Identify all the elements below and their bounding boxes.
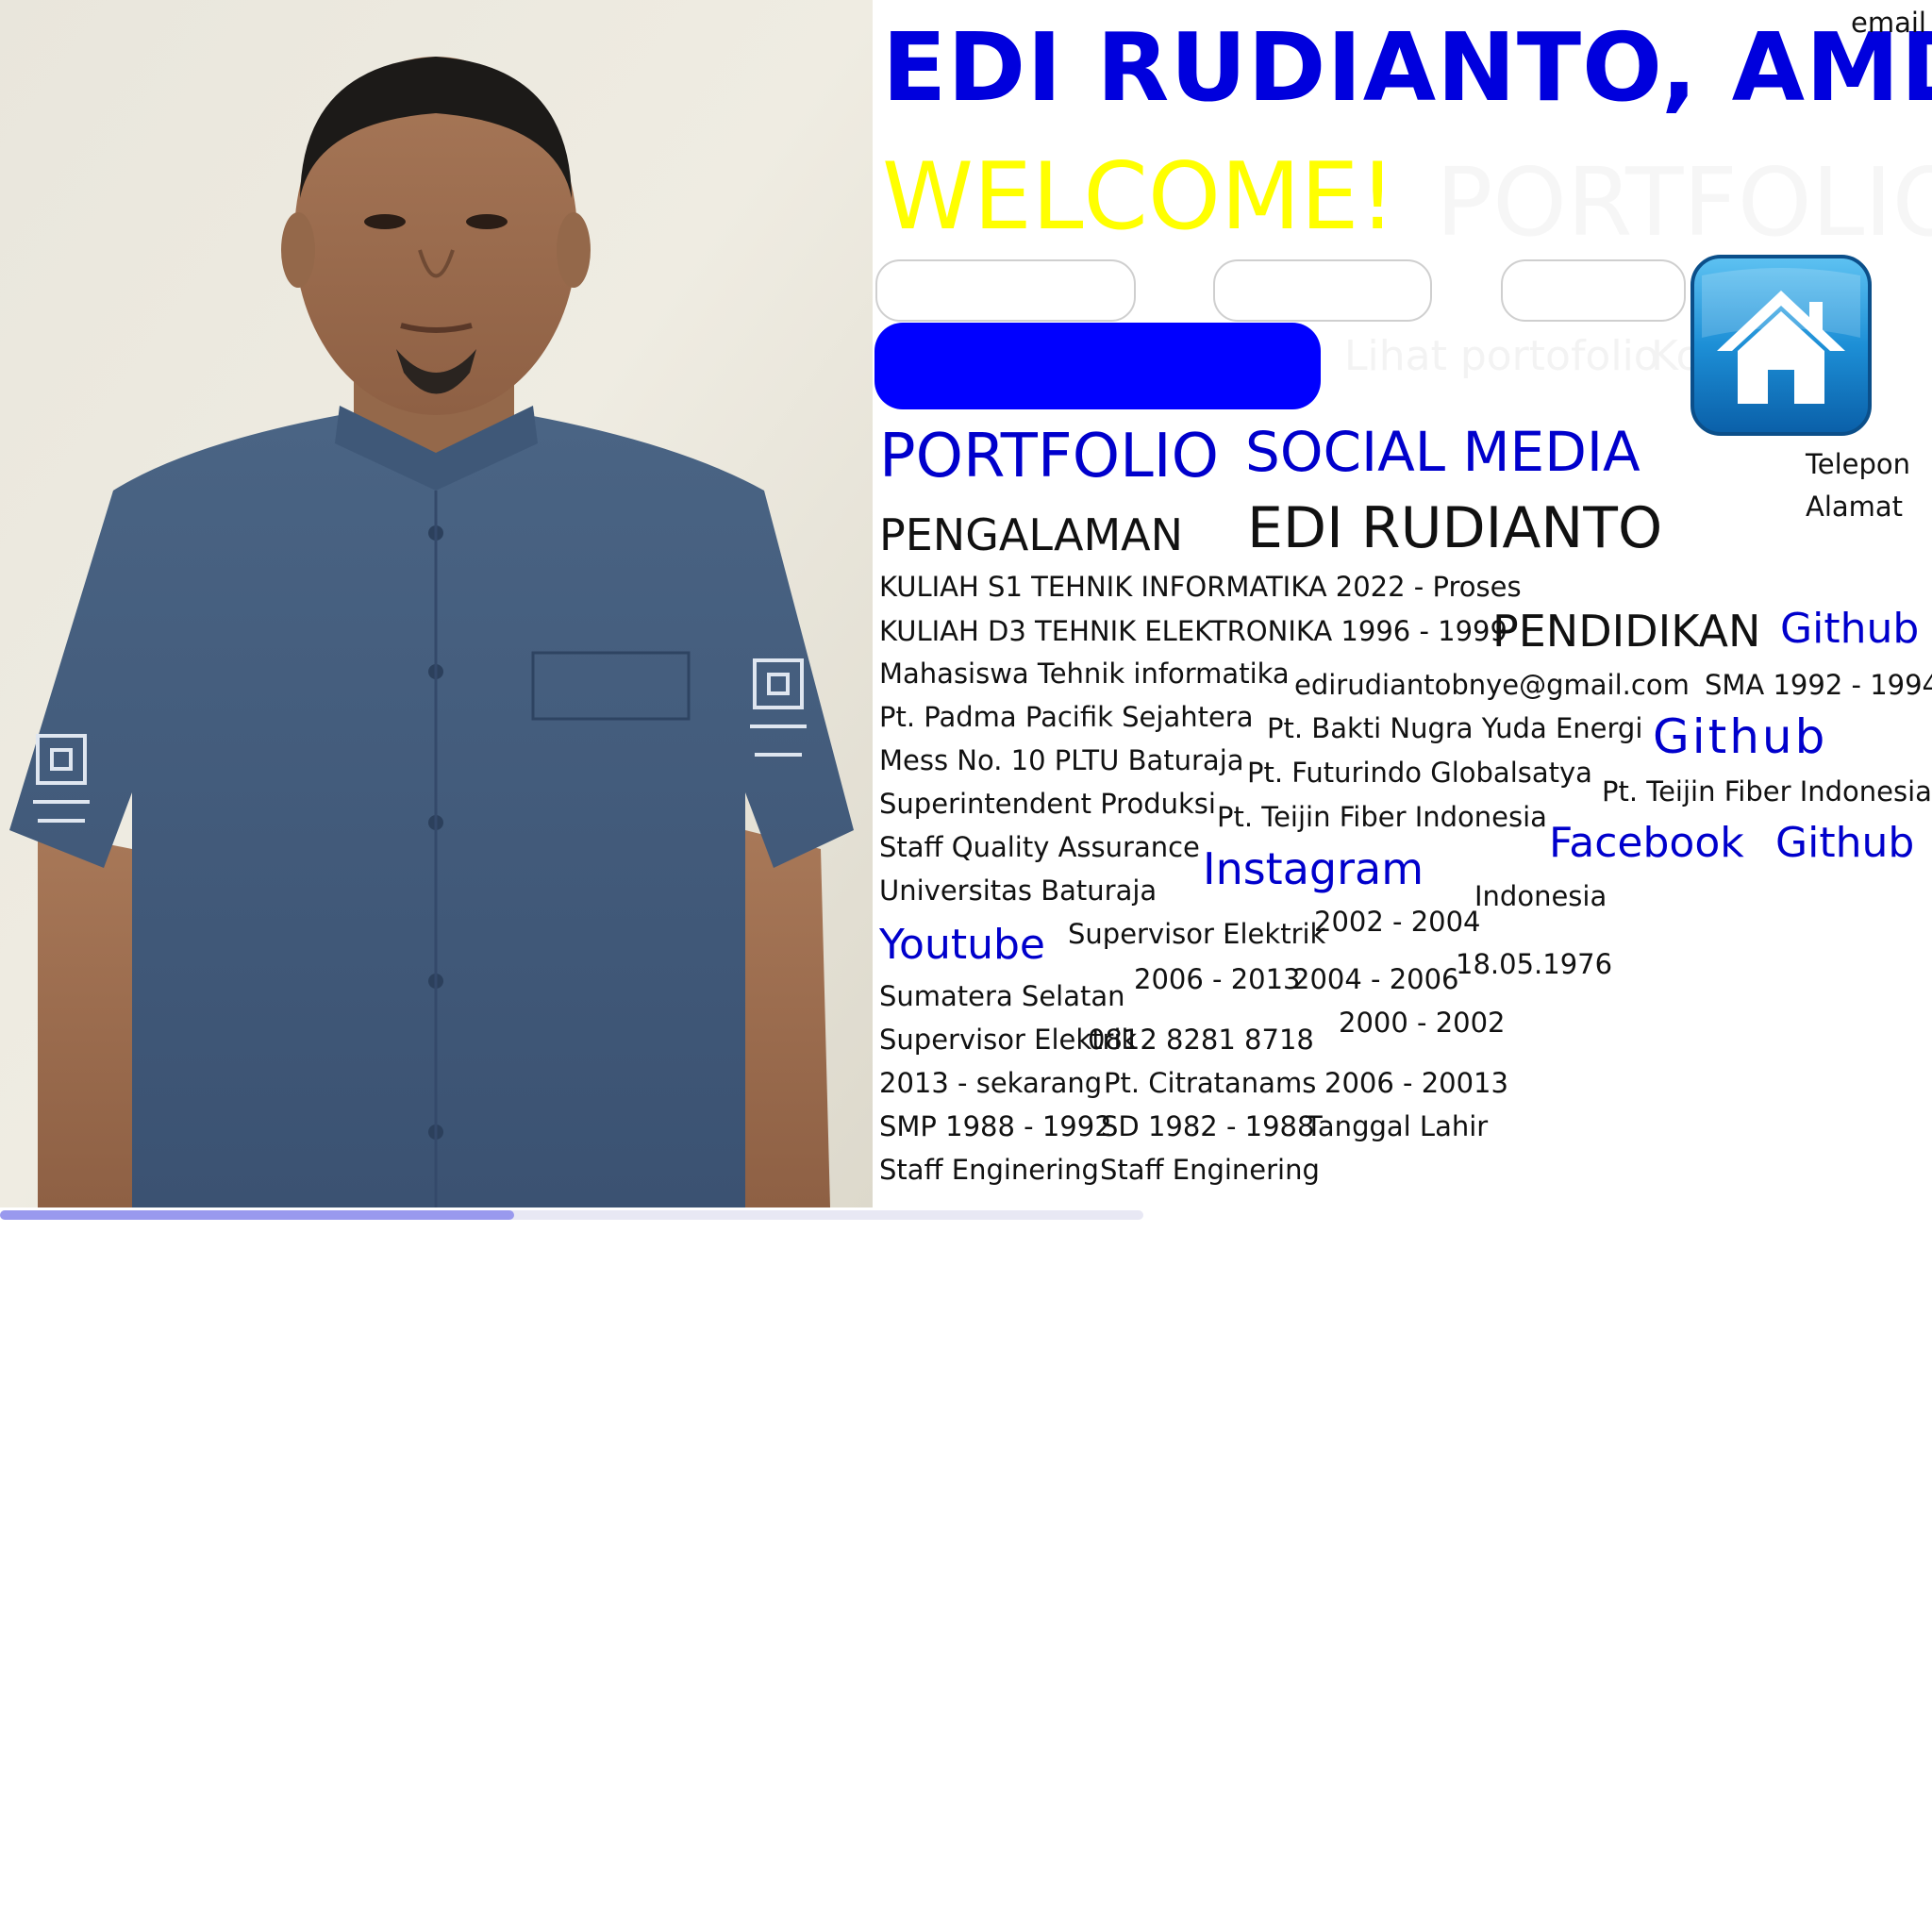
company-teijin-2: Pt. Teijin Fiber Indonesia <box>1217 801 1547 833</box>
period-2006-20013: 2006 - 20013 <box>1324 1067 1508 1099</box>
student-role: Mahasiswa Tehnik informatika <box>879 658 1290 690</box>
phone-number: 0812 8281 8718 <box>1088 1024 1314 1056</box>
role-staff-eng-1: Staff Enginering <box>879 1154 1099 1186</box>
role-supervisor-1: Supervisor Elektrik <box>1068 918 1326 950</box>
education-sma: SMA 1992 - 1994 <box>1705 669 1932 701</box>
nav-button-1[interactable] <box>875 259 1136 322</box>
nav-button-2[interactable] <box>1213 259 1432 322</box>
date-of-birth: 18.05.1976 <box>1456 948 1613 980</box>
primary-button[interactable] <box>874 323 1321 409</box>
experience-heading: PENGALAMAN <box>879 509 1184 560</box>
faint-nav-text-1: Lihat portofolio <box>1344 332 1659 380</box>
company-bakti: Pt. Bakti Nugra Yuda Energi <box>1267 712 1643 744</box>
company-teijin-1: Pt. Teijin Fiber Indonesia <box>1602 775 1932 808</box>
education-d3: KULIAH D3 TEHNIK ELEKTRONIKA 1996 - 1999 <box>879 615 1507 647</box>
github-link-1[interactable]: Github <box>1780 608 1919 650</box>
home-button[interactable] <box>1689 253 1874 438</box>
university: Universitas Baturaja <box>879 874 1158 907</box>
company-futurindo: Pt. Futurindo Globalsatya <box>1247 757 1592 789</box>
role-qa: Staff Quality Assurance <box>879 831 1200 863</box>
period-2004-2006: 2004 - 2006 <box>1292 963 1459 995</box>
period-2002-2004: 2002 - 2004 <box>1314 906 1481 938</box>
province: Sumatera Selatan <box>879 980 1125 1012</box>
profile-photo <box>0 0 873 1208</box>
nav-button-3[interactable] <box>1501 259 1686 322</box>
company-padma: Pt. Padma Pacifik Sejahtera <box>879 701 1254 733</box>
period-2013-now: 2013 - sekarang <box>879 1067 1103 1099</box>
phone-label: Telepon <box>1806 448 1911 480</box>
birth-date-label: Tanggal Lahir <box>1306 1110 1489 1142</box>
role-staff-eng-2: Staff Enginering <box>1100 1154 1320 1186</box>
instagram-link[interactable]: Instagram <box>1203 847 1424 891</box>
email-address[interactable]: edirudiantobnye@gmail.com <box>1294 672 1690 699</box>
education-s1: KULIAH S1 TEHNIK INFORMATIKA 2022 - Pros… <box>879 571 1522 603</box>
page-title: EDI RUDIANTO, AMD <box>882 12 1932 123</box>
education-heading: PENDIDIKAN <box>1492 606 1761 657</box>
role-superintendent: Superintendent Produksi <box>879 788 1216 820</box>
education-sd: SD 1982 - 1988 <box>1101 1110 1315 1142</box>
company-citratanams: Pt. Citratanams <box>1104 1067 1317 1099</box>
ghost-heading: PORTFOLIO <box>1436 147 1932 258</box>
facebook-link[interactable]: Facebook <box>1549 823 1744 864</box>
welcome-heading: WELCOME! <box>882 143 1396 251</box>
period-2006-2013: 2006 - 2013 <box>1134 963 1301 995</box>
name-heading: EDI RUDIANTO <box>1247 495 1663 561</box>
github-link-2[interactable]: Github <box>1653 713 1827 760</box>
home-icon <box>1690 255 1872 436</box>
github-link-3[interactable]: Github <box>1775 823 1914 864</box>
country: Indonesia <box>1474 880 1607 912</box>
social-media-heading[interactable]: SOCIAL MEDIA <box>1245 425 1641 479</box>
period-2000-2002: 2000 - 2002 <box>1339 1007 1506 1039</box>
progress-bar <box>0 1210 1143 1220</box>
youtube-link[interactable]: Youtube <box>879 924 1045 966</box>
address-mess: Mess No. 10 PLTU Baturaja <box>879 744 1244 776</box>
portfolio-heading[interactable]: PORTFOLIO <box>879 426 1219 487</box>
address-label: Alamat <box>1806 491 1904 523</box>
education-smp: SMP 1988 - 1992 <box>879 1110 1112 1142</box>
email-link[interactable]: email <box>1851 9 1926 37</box>
progress-fill <box>0 1210 515 1220</box>
